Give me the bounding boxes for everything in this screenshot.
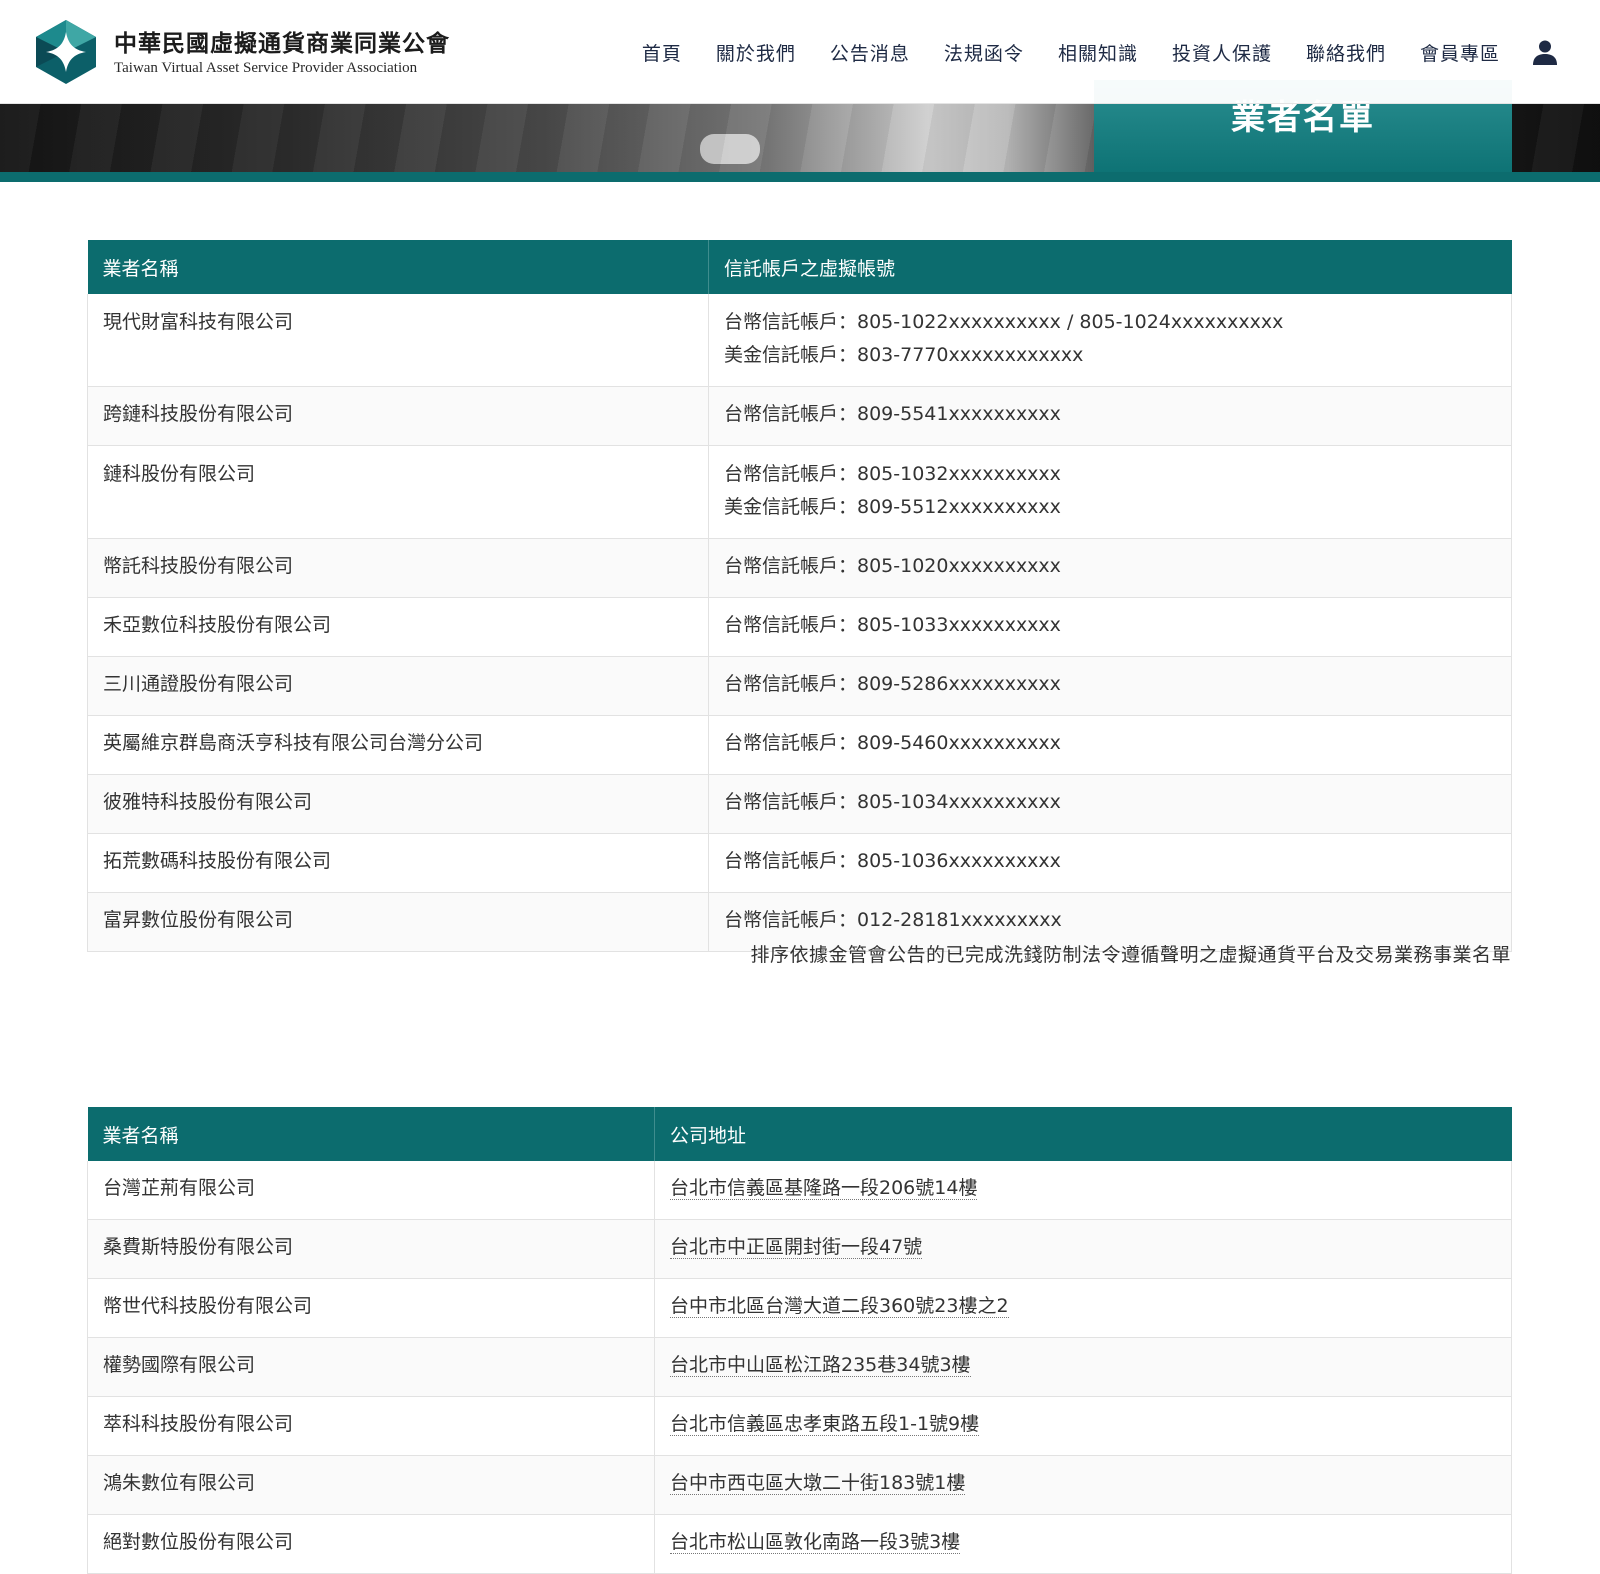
address-table: 業者名稱 公司地址 台灣芷荊有限公司 台北市信義區基隆路一段206號14樓 桑費…: [87, 1107, 1512, 1574]
table-row: 三川通證股份有限公司 台幣信託帳戶：809-5286xxxxxxxxxx: [87, 656, 1512, 716]
brand-name-cn: 中華民國虛擬通貨商業同業公會: [114, 30, 450, 57]
company-address-link[interactable]: 台北市中正區開封街一段47號: [670, 1236, 923, 1259]
provider-name-cell: 禾亞數位科技股份有限公司: [87, 597, 709, 657]
nav-item-investor-protection[interactable]: 投資人保護: [1172, 39, 1272, 66]
provider-name-cell: 英屬維京群島商沃亨科技有限公司台灣分公司: [87, 715, 709, 775]
column-header-provider-name: 業者名稱: [87, 240, 709, 294]
column-header-provider-name: 業者名稱: [87, 1107, 655, 1161]
trust-account-line: 台幣信託帳戶：805-1032xxxxxxxxxx: [724, 463, 1061, 485]
table-row: 絕對數位股份有限公司 台北市松山區敦化南路一段3號3樓: [87, 1514, 1512, 1574]
trust-account-line: 台幣信託帳戶：805-1020xxxxxxxxxx: [724, 555, 1061, 577]
main-nav: 首頁 關於我們 公告消息 法規函令 相關知識 投資人保護 聯絡我們 會員專區: [642, 36, 1600, 68]
provider-name-cell: 幣世代科技股份有限公司: [87, 1278, 655, 1338]
provider-name-cell: 三川通證股份有限公司: [87, 656, 709, 716]
trust-account-line: 台幣信託帳戶：809-5460xxxxxxxxxx: [724, 732, 1061, 754]
company-address-cell: 台北市中正區開封街一段47號: [654, 1219, 1512, 1279]
table-row: 現代財富科技有限公司 台幣信託帳戶：805-1022xxxxxxxxxx / 8…: [87, 294, 1512, 387]
address-table-wrap: 業者名稱 公司地址 台灣芷荊有限公司 台北市信義區基隆路一段206號14樓 桑費…: [87, 1107, 1512, 1574]
nav-item-regulations[interactable]: 法規函令: [944, 39, 1024, 66]
table-row: 鏈科股份有限公司 台幣信託帳戶：805-1032xxxxxxxxxx 美金信託帳…: [87, 445, 1512, 539]
trust-account-cell: 台幣信託帳戶：805-1033xxxxxxxxxx: [708, 597, 1512, 657]
trust-account-line: 台幣信託帳戶：805-1022xxxxxxxxxx / 805-1024xxxx…: [724, 311, 1284, 333]
provider-name-cell: 桑費斯特股份有限公司: [87, 1219, 655, 1279]
provider-name-cell: 鏈科股份有限公司: [87, 445, 709, 539]
table-row: 台灣芷荊有限公司 台北市信義區基隆路一段206號14樓: [87, 1161, 1512, 1220]
table-row: 禾亞數位科技股份有限公司 台幣信託帳戶：805-1033xxxxxxxxxx: [87, 597, 1512, 657]
company-address-cell: 台中市西屯區大墩二十街183號1樓: [654, 1455, 1512, 1515]
trust-account-cell: 台幣信託帳戶：805-1032xxxxxxxxxx 美金信託帳戶：809-551…: [708, 445, 1512, 539]
provider-name-cell: 鴻朱數位有限公司: [87, 1455, 655, 1515]
company-address-cell: 台北市中山區松江路235巷34號3樓: [654, 1337, 1512, 1397]
trust-account-cell: 台幣信託帳戶：805-1020xxxxxxxxxx: [708, 538, 1512, 598]
company-address-cell: 台北市信義區基隆路一段206號14樓: [654, 1161, 1512, 1220]
trust-accounts-table: 業者名稱 信託帳戶之虛擬帳號 現代財富科技有限公司 台幣信託帳戶：805-102…: [87, 240, 1512, 952]
provider-name-cell: 絕對數位股份有限公司: [87, 1514, 655, 1574]
ordering-note: 排序依據金管會公告的已完成洗錢防制法令遵循聲明之虛擬通貨平台及交易業務事業名單: [750, 944, 1511, 966]
table-row: 英屬維京群島商沃亨科技有限公司台灣分公司 台幣信託帳戶：809-5460xxxx…: [87, 715, 1512, 775]
nav-item-contact[interactable]: 聯絡我們: [1306, 39, 1386, 66]
user-icon[interactable]: [1532, 39, 1558, 65]
company-address-link[interactable]: 台北市中山區松江路235巷34號3樓: [670, 1354, 971, 1377]
nav-item-home[interactable]: 首頁: [642, 39, 682, 66]
provider-name-cell: 拓荒數碼科技股份有限公司: [87, 833, 709, 893]
provider-name-cell: 幣託科技股份有限公司: [87, 538, 709, 598]
trust-account-cell: 台幣信託帳戶：809-5286xxxxxxxxxx: [708, 656, 1512, 716]
table-row: 彼雅特科技股份有限公司 台幣信託帳戶：805-1034xxxxxxxxxx: [87, 774, 1512, 834]
company-address-link[interactable]: 台北市松山區敦化南路一段3號3樓: [670, 1531, 961, 1554]
table-row: 幣世代科技股份有限公司 台中市北區台灣大道二段360號23樓之2: [87, 1278, 1512, 1338]
trust-account-line: 美金信託帳戶：803-7770xxxxxxxxxxxx: [724, 344, 1084, 366]
company-address-link[interactable]: 台中市西屯區大墩二十街183號1樓: [670, 1472, 966, 1495]
provider-name-cell: 權勢國際有限公司: [87, 1337, 655, 1397]
company-address-cell: 台北市松山區敦化南路一段3號3樓: [654, 1514, 1512, 1574]
company-address-cell: 台中市北區台灣大道二段360號23樓之2: [654, 1278, 1512, 1338]
trust-account-line: 台幣信託帳戶：809-5541xxxxxxxxxx: [724, 403, 1061, 425]
column-header-company-address: 公司地址: [654, 1107, 1512, 1161]
trust-account-line: 台幣信託帳戶：805-1036xxxxxxxxxx: [724, 850, 1061, 872]
trust-account-line: 美金信託帳戶：809-5512xxxxxxxxxx: [724, 496, 1061, 518]
nav-item-announcements[interactable]: 公告消息: [830, 39, 910, 66]
company-address-link[interactable]: 台北市信義區基隆路一段206號14樓: [670, 1177, 978, 1200]
trust-account-line: 台幣信託帳戶：809-5286xxxxxxxxxx: [724, 673, 1061, 695]
table-row: 拓荒數碼科技股份有限公司 台幣信託帳戶：805-1036xxxxxxxxxx: [87, 833, 1512, 893]
company-address-cell: 台北市信義區忠孝東路五段1-1號9樓: [654, 1396, 1512, 1456]
trust-account-cell: 台幣信託帳戶：805-1034xxxxxxxxxx: [708, 774, 1512, 834]
trust-account-line: 台幣信託帳戶：012-28181xxxxxxxxx: [724, 909, 1062, 931]
table-row: 鴻朱數位有限公司 台中市西屯區大墩二十街183號1樓: [87, 1455, 1512, 1515]
provider-name-cell: 彼雅特科技股份有限公司: [87, 774, 709, 834]
company-address-link[interactable]: 台中市北區台灣大道二段360號23樓之2: [670, 1295, 1009, 1318]
trust-account-cell: 台幣信託帳戶：809-5541xxxxxxxxxx: [708, 386, 1512, 446]
table-row: 萃科科技股份有限公司 台北市信義區忠孝東路五段1-1號9樓: [87, 1396, 1512, 1456]
association-logo-icon[interactable]: [34, 18, 98, 86]
trust-account-cell: 台幣信託帳戶：809-5460xxxxxxxxxx: [708, 715, 1512, 775]
provider-name-cell: 跨鏈科技股份有限公司: [87, 386, 709, 446]
column-header-trust-account: 信託帳戶之虛擬帳號: [708, 240, 1512, 294]
trust-account-line: 台幣信託帳戶：805-1034xxxxxxxxxx: [724, 791, 1061, 813]
trust-accounts-table-wrap: 業者名稱 信託帳戶之虛擬帳號 現代財富科技有限公司 台幣信託帳戶：805-102…: [87, 240, 1512, 952]
nav-item-about[interactable]: 關於我們: [716, 39, 796, 66]
nav-item-members[interactable]: 會員專區: [1420, 39, 1500, 66]
trust-account-line: 台幣信託帳戶：805-1033xxxxxxxxxx: [724, 614, 1061, 636]
table-row: 幣託科技股份有限公司 台幣信託帳戶：805-1020xxxxxxxxxx: [87, 538, 1512, 598]
table-row: 權勢國際有限公司 台北市中山區松江路235巷34號3樓: [87, 1337, 1512, 1397]
table-row: 桑費斯特股份有限公司 台北市中正區開封街一段47號: [87, 1219, 1512, 1279]
top-navbar: 中華民國虛擬通貨商業同業公會 Taiwan Virtual Asset Serv…: [0, 0, 1600, 104]
provider-name-cell: 台灣芷荊有限公司: [87, 1161, 655, 1220]
brand-name-en: Taiwan Virtual Asset Service Provider As…: [114, 60, 418, 76]
provider-name-cell: 萃科科技股份有限公司: [87, 1396, 655, 1456]
hero-accent-stripe: [0, 172, 1600, 182]
nav-item-knowledge[interactable]: 相關知識: [1058, 39, 1138, 66]
provider-name-cell: 現代財富科技有限公司: [87, 294, 709, 387]
company-address-link[interactable]: 台北市信義區忠孝東路五段1-1號9樓: [670, 1413, 980, 1436]
trust-account-cell: 台幣信託帳戶：805-1022xxxxxxxxxx / 805-1024xxxx…: [708, 294, 1512, 387]
trust-account-cell: 台幣信託帳戶：805-1036xxxxxxxxxx: [708, 833, 1512, 893]
table-row: 跨鏈科技股份有限公司 台幣信託帳戶：809-5541xxxxxxxxxx: [87, 386, 1512, 446]
